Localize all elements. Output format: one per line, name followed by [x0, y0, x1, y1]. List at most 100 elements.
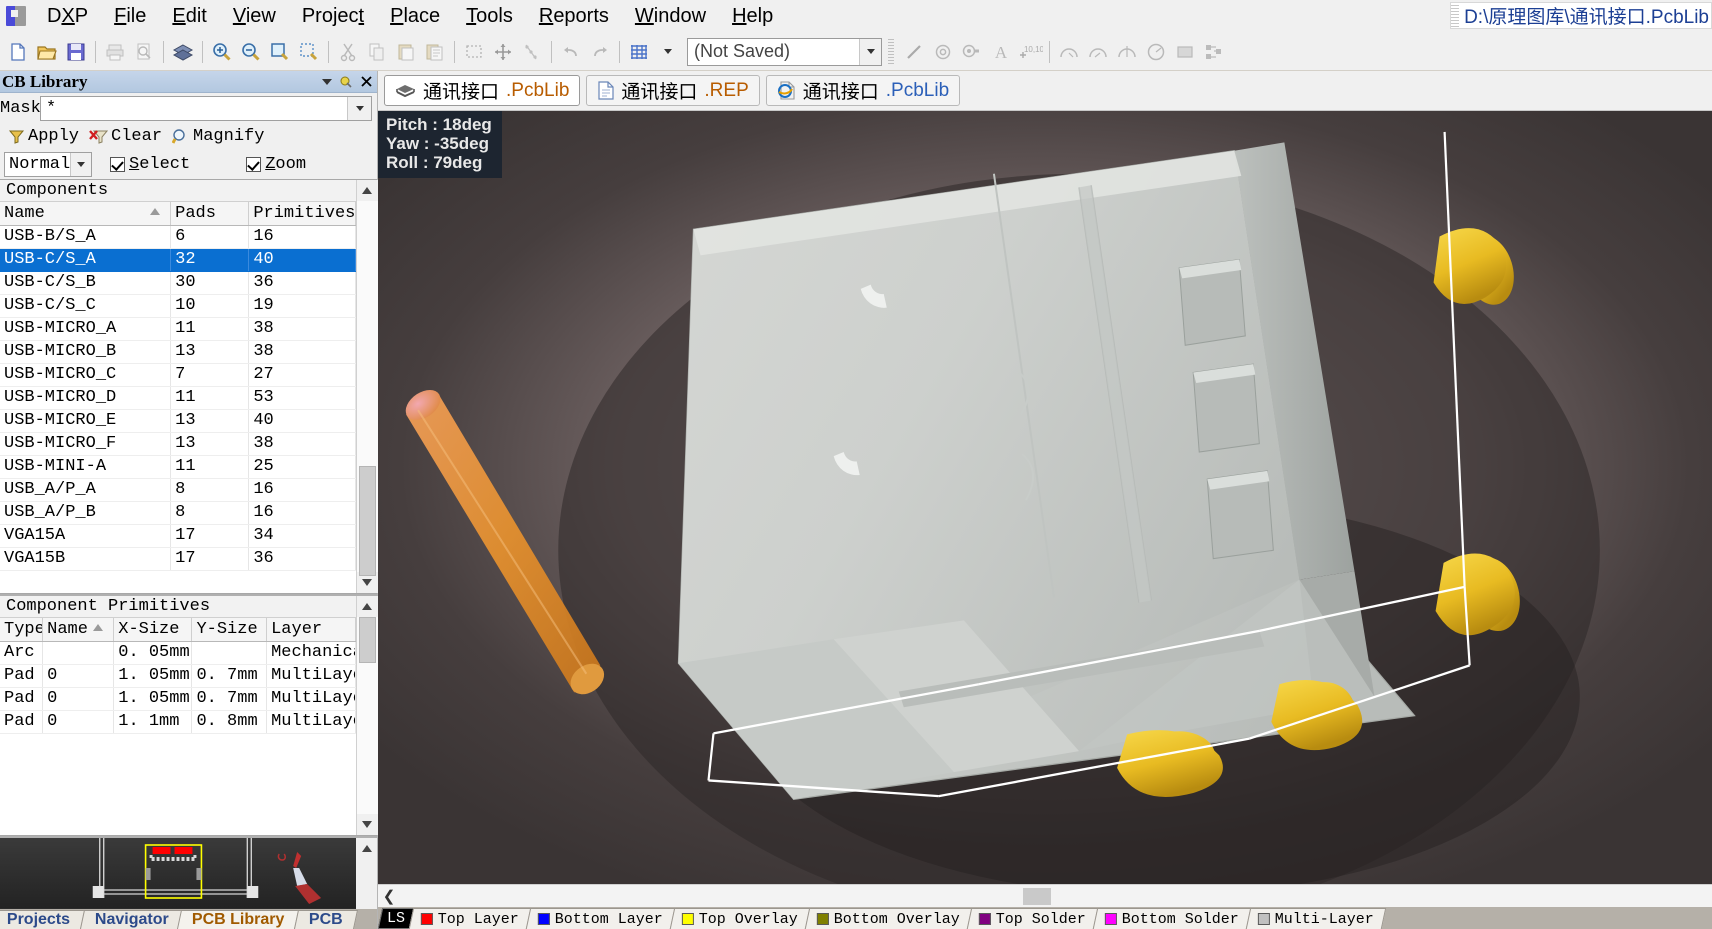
table-row[interactable]: USB-MICRO_A 11 38 [0, 317, 356, 341]
select-checkbox[interactable]: Select [110, 155, 190, 174]
primitives-scroll-track[interactable] [356, 617, 378, 814]
select-checkbox-box[interactable] [110, 156, 125, 172]
grid-icon[interactable] [625, 38, 653, 66]
table-row[interactable]: USB-MICRO_C 7 27 [0, 363, 356, 387]
open-folder-icon[interactable] [33, 38, 61, 66]
combo-arrow-icon[interactable] [859, 38, 881, 65]
clear-button[interactable]: Clear [86, 124, 168, 148]
col-layer[interactable]: Layer [266, 618, 356, 642]
fill-icon[interactable] [1171, 38, 1199, 66]
via-icon[interactable] [929, 38, 957, 66]
table-row[interactable]: Arc 0. 05mm Mechanica [0, 641, 356, 665]
layer-tab-bottom-overlay[interactable]: Bottom Overlay [804, 908, 973, 929]
3d-viewport[interactable]: Pitch : 18deg Yaw : -35deg Roll : 79deg [378, 111, 1712, 884]
3d-component-render[interactable] [378, 111, 1712, 884]
scroll-up-icon[interactable] [356, 596, 378, 617]
menu-tools[interactable]: Tools [453, 3, 526, 30]
coordinate-icon[interactable]: 10,10 [1016, 38, 1044, 66]
paste-special-icon[interactable] [421, 38, 449, 66]
arc-center-icon[interactable] [1055, 38, 1083, 66]
table-row[interactable]: USB-MICRO_B 13 38 [0, 340, 356, 364]
zoom-out-icon[interactable] [237, 38, 265, 66]
layer-tab-multi-layer[interactable]: Multi-Layer [1245, 908, 1387, 929]
col-xsize[interactable]: X-Size [113, 618, 193, 642]
col-primitives[interactable]: Primitives [248, 202, 356, 226]
select-area-icon[interactable] [460, 38, 488, 66]
table-row[interactable]: VGA15A 17 34 [0, 524, 356, 548]
scroll-up-icon[interactable] [356, 838, 377, 859]
zoom-selection-icon[interactable] [295, 38, 323, 66]
mode-combo[interactable]: Normal [4, 151, 92, 177]
table-row[interactable]: Pad 0 1. 05mm 0. 7mm MultiLaye [0, 687, 356, 711]
cut-icon[interactable] [334, 38, 362, 66]
apply-button[interactable]: Apply [5, 124, 85, 148]
doctab-rep[interactable]: 通讯接口 .REP [586, 75, 760, 106]
layer-tab-top-overlay[interactable]: Top Overlay [669, 908, 811, 929]
table-row[interactable]: USB-MICRO_D 11 53 [0, 386, 356, 410]
panel-pin-icon[interactable] [339, 75, 353, 89]
tab-pcb[interactable]: PCB [293, 910, 358, 929]
tab-projects[interactable]: Projects [0, 910, 86, 929]
panel-menu-icon[interactable] [322, 78, 332, 85]
toolbar-drag-grip[interactable] [888, 38, 894, 65]
table-row[interactable]: USB-MICRO_E 13 40 [0, 409, 356, 433]
board-select-combo[interactable]: (Not Saved) [687, 37, 882, 66]
layer-tab-top-solder[interactable]: Top Solder [966, 908, 1099, 929]
array-paste-icon[interactable] [1200, 38, 1228, 66]
zoom-area-icon[interactable] [266, 38, 294, 66]
menu-place[interactable]: Place [377, 3, 453, 30]
layer-tab-bottom-layer[interactable]: Bottom Layer [525, 908, 676, 929]
table-row[interactable]: USB_A/P_B 8 16 [0, 501, 356, 525]
move-icon[interactable] [489, 38, 517, 66]
menu-view[interactable]: View [220, 3, 289, 30]
menu-project[interactable]: Project [289, 3, 377, 30]
components-scroll-track[interactable] [356, 201, 378, 576]
menu-file[interactable]: File [101, 3, 159, 30]
components-scrollbar[interactable] [356, 180, 378, 593]
drag-grip-icon[interactable] [1451, 4, 1460, 27]
table-row[interactable]: VGA15B 17 36 [0, 547, 356, 571]
col-type[interactable]: Type [0, 618, 44, 642]
table-row[interactable]: USB_A/P_A 8 16 [0, 478, 356, 502]
paste-icon[interactable] [392, 38, 420, 66]
menu-dxp[interactable]: DXP [34, 3, 101, 30]
table-row[interactable]: USB-C/S_B 30 36 [0, 271, 356, 295]
menu-help[interactable]: Help [719, 3, 786, 30]
footprint-preview-canvas[interactable] [0, 838, 356, 909]
preview-scrollbar[interactable] [356, 838, 377, 909]
components-scroll-thumb[interactable] [358, 466, 376, 576]
mode-combo-arrow-icon[interactable] [70, 152, 91, 176]
horizontal-scrollbar[interactable]: ❮ [378, 884, 1712, 907]
primitives-scrollbar[interactable] [356, 596, 378, 835]
undo-icon[interactable] [557, 38, 585, 66]
menu-window[interactable]: Window [622, 3, 719, 30]
zoom-checkbox[interactable]: Zoom [246, 155, 306, 174]
align-icon[interactable] [518, 38, 546, 66]
col-pads[interactable]: Pads [170, 202, 250, 226]
print-preview-icon[interactable] [130, 38, 158, 66]
board-3d-icon[interactable] [169, 38, 197, 66]
magnify-button[interactable]: Magnify [169, 124, 270, 148]
table-row[interactable]: USB-C/S_A 32 40 [0, 248, 356, 272]
table-row[interactable]: USB-B/S_A 6 16 [0, 225, 356, 249]
full-circle-icon[interactable] [1142, 38, 1170, 66]
table-row[interactable]: USB-MINI-A 11 25 [0, 455, 356, 479]
table-row[interactable]: USB-C/S_C 10 19 [0, 294, 356, 318]
mask-input[interactable]: * [40, 95, 372, 121]
footprint-preview-pane[interactable] [0, 836, 377, 909]
tab-pcb-library[interactable]: PCB Library [177, 910, 300, 929]
col-prim-name[interactable]: Name [42, 618, 115, 642]
mask-dropdown-icon[interactable] [347, 96, 371, 120]
arc-any-angle-icon[interactable] [1113, 38, 1141, 66]
arc-edge-icon[interactable] [1084, 38, 1112, 66]
horizontal-scroll-thumb[interactable] [1023, 888, 1051, 905]
pad-icon[interactable] [958, 38, 986, 66]
layer-tab-bottom-solder[interactable]: Bottom Solder [1092, 908, 1252, 929]
grid-dropdown-icon[interactable] [654, 38, 682, 66]
scroll-left-icon[interactable]: ❮ [378, 886, 400, 907]
zoom-in-icon[interactable] [208, 38, 236, 66]
layer-tab-top-layer[interactable]: Top Layer [408, 908, 532, 929]
print-icon[interactable] [101, 38, 129, 66]
doctab-pcblib-browser[interactable]: 通讯接口 .PcbLib [765, 75, 961, 106]
scroll-up-icon[interactable] [356, 180, 378, 201]
